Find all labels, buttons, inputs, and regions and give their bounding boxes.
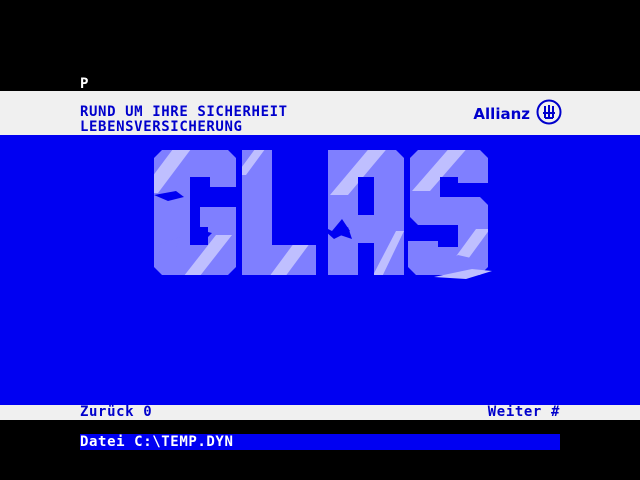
brand-name: Allianz	[473, 105, 530, 123]
allianz-eagle-icon	[536, 99, 562, 129]
footer-band: Zurück 0 Weiter #	[0, 405, 640, 420]
header-subtitle: LEBENSVERSICHERUNG	[80, 119, 243, 135]
file-bar: Datei C:\TEMP.DYN	[80, 434, 560, 450]
back-button[interactable]: Zurück 0	[80, 405, 152, 420]
header-band: RUND UM IHRE SICHERHEIT LEBENSVERSICHERU…	[0, 91, 640, 135]
next-button[interactable]: Weiter #	[488, 405, 560, 420]
file-path-label: Datei C:\TEMP.DYN	[80, 434, 234, 450]
screen: P RUND UM IHRE SICHERHEIT LEBENSVERSICHE…	[0, 0, 640, 480]
glas-title-graphic	[154, 150, 492, 279]
header-title: RUND UM IHRE SICHERHEIT	[80, 104, 288, 120]
main-panel	[0, 135, 640, 405]
brand: Allianz	[473, 99, 562, 129]
status-indicator: P	[80, 76, 89, 92]
